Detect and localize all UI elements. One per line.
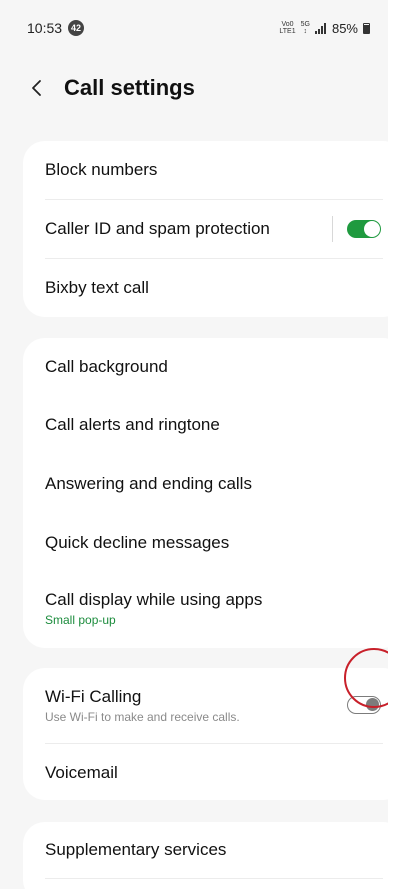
bixby-text-call-label: Bixby text call bbox=[45, 278, 149, 297]
supplementary-services-label: Supplementary services bbox=[45, 840, 227, 859]
header: Call settings bbox=[0, 66, 388, 110]
bixby-text-call-item[interactable]: Bixby text call bbox=[23, 259, 383, 317]
caller-id-controls bbox=[332, 216, 381, 242]
quick-decline-item[interactable]: Quick decline messages bbox=[23, 514, 383, 572]
call-display-value: Small pop-up bbox=[45, 612, 116, 627]
page-title: Call settings bbox=[64, 75, 195, 100]
call-display-label: Call display while using apps bbox=[45, 589, 263, 609]
battery-percent: 85% bbox=[331, 20, 358, 36]
volte-icon: Vo0 LTE1 bbox=[279, 21, 296, 35]
chevron-left-icon bbox=[32, 80, 41, 96]
answering-ending-item[interactable]: Answering and ending calls bbox=[23, 455, 383, 513]
block-numbers-label: Block numbers bbox=[45, 160, 158, 179]
caller-id-toggle[interactable] bbox=[347, 220, 381, 238]
notification-count-badge: 42 bbox=[68, 20, 85, 36]
battery-icon bbox=[363, 22, 370, 34]
settings-card-2: Call background Call alerts and ringtone… bbox=[23, 338, 388, 648]
screen: 10:53 42 Vo0LTE1 5G↕ 85% Call settings bbox=[0, 0, 388, 889]
answering-ending-label: Answering and ending calls bbox=[45, 474, 252, 493]
call-display-texts: Call display while using apps Small pop-… bbox=[45, 590, 262, 627]
toggle-knob bbox=[364, 221, 380, 237]
settings-card-3: Wi-Fi Calling Use Wi-Fi to make and rece… bbox=[23, 668, 388, 800]
settings-card-4: Supplementary services bbox=[23, 822, 388, 889]
status-bar: 10:53 42 Vo0 LTE1 5G ↕ 85% bbox=[0, 0, 388, 56]
wifi-calling-item[interactable]: Wi-Fi Calling Use Wi-Fi to make and rece… bbox=[23, 670, 383, 740]
status-time: 10:53 bbox=[27, 20, 63, 36]
status-right: Vo0 LTE1 5G ↕ 85% bbox=[279, 21, 370, 36]
wifi-calling-texts: Wi-Fi Calling Use Wi-Fi to make and rece… bbox=[45, 687, 240, 724]
status-left: 10:53 42 bbox=[27, 20, 85, 36]
settings-card-1: Block numbers Caller ID and spam protect… bbox=[23, 141, 388, 317]
call-alerts-label: Call alerts and ringtone bbox=[45, 415, 220, 434]
signal-icon bbox=[314, 22, 326, 34]
call-alerts-item[interactable]: Call alerts and ringtone bbox=[23, 396, 383, 454]
divider bbox=[45, 878, 383, 879]
block-numbers-item[interactable]: Block numbers bbox=[23, 141, 383, 199]
call-background-item[interactable]: Call background bbox=[23, 338, 383, 396]
caller-id-item[interactable]: Caller ID and spam protection bbox=[23, 200, 383, 258]
supplementary-services-item[interactable]: Supplementary services bbox=[23, 822, 383, 878]
5g-icon: 5G ↕ bbox=[300, 21, 310, 35]
caller-id-label: Caller ID and spam protection bbox=[45, 219, 270, 238]
voicemail-item[interactable]: Voicemail bbox=[23, 744, 383, 802]
quick-decline-label: Quick decline messages bbox=[45, 533, 230, 552]
wifi-calling-label: Wi-Fi Calling bbox=[45, 686, 142, 706]
call-background-label: Call background bbox=[45, 357, 168, 376]
wifi-calling-description: Use Wi-Fi to make and receive calls. bbox=[45, 709, 240, 724]
voicemail-label: Voicemail bbox=[45, 763, 118, 782]
vertical-separator bbox=[332, 216, 333, 242]
call-display-item[interactable]: Call display while using apps Small pop-… bbox=[23, 574, 383, 642]
